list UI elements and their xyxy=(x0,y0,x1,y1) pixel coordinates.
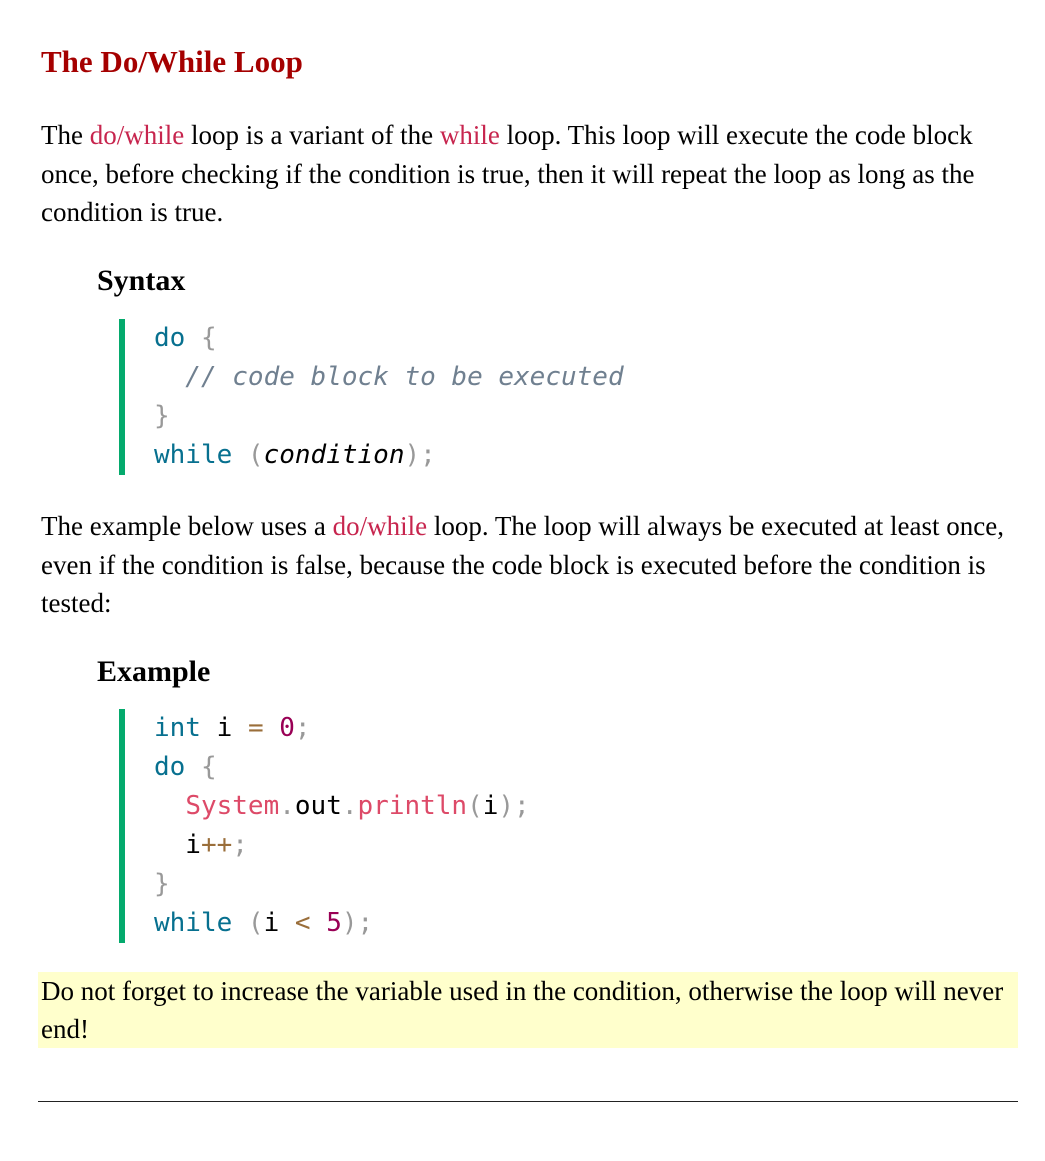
code-token: while xyxy=(154,440,233,470)
code-token: do xyxy=(154,323,186,353)
code-token: do xyxy=(154,752,186,782)
example-code-block: int i = 0; do { System.out.println(i); i… xyxy=(119,709,530,943)
code-token: ); xyxy=(404,440,436,470)
code-token: out xyxy=(294,791,342,821)
code-token: . xyxy=(279,791,295,821)
code-token: ); xyxy=(498,791,530,821)
code-token: i xyxy=(200,713,248,743)
code-token: ; xyxy=(294,713,311,743)
code-token: ++ xyxy=(200,830,233,860)
code-token: = xyxy=(247,713,264,743)
example-intro-paragraph: The example below uses a do/while loop. … xyxy=(41,507,1026,623)
code-token: } xyxy=(154,869,170,899)
code-token: println xyxy=(357,791,468,821)
code-token: 0 xyxy=(279,713,295,743)
text: loop is a variant of the xyxy=(184,120,440,150)
note-text: Do not forget to increase the variable u… xyxy=(41,976,1004,1044)
code-token: System xyxy=(185,791,280,821)
code-token: i xyxy=(263,908,295,938)
text: The example below uses a xyxy=(41,511,333,541)
inline-keyword: while xyxy=(439,120,500,150)
syntax-heading: Syntax xyxy=(97,264,186,297)
code-token: condition xyxy=(263,440,405,470)
code-token: ; xyxy=(232,830,248,860)
code-token: } xyxy=(154,401,170,431)
code-token: while xyxy=(154,908,233,938)
code-token: . xyxy=(341,791,358,821)
code-token: int xyxy=(154,713,201,743)
note-box: Do not forget to increase the variable u… xyxy=(38,972,1018,1048)
text: The xyxy=(41,120,90,150)
code-token: ( xyxy=(232,908,264,938)
syntax-code-block: do { // code block to be executed } whil… xyxy=(119,319,624,475)
code-token: ( xyxy=(467,791,483,821)
inline-keyword: do/while xyxy=(89,120,185,150)
code-token: i xyxy=(482,791,499,821)
code-token: ); xyxy=(341,908,374,938)
code-token: i xyxy=(154,830,201,860)
code-token: 5 xyxy=(326,908,342,938)
code-token: ( xyxy=(232,440,264,470)
code-token: < xyxy=(294,908,311,938)
code-token: { xyxy=(185,752,217,782)
page-title: The Do/While Loop xyxy=(41,44,303,79)
divider xyxy=(38,1101,1018,1102)
intro-paragraph: The do/while loop is a variant of the wh… xyxy=(41,116,1026,232)
code-comment: // code block to be executed xyxy=(154,362,624,392)
code-token: { xyxy=(185,323,217,353)
example-heading: Example xyxy=(97,655,211,688)
inline-keyword: do/while xyxy=(332,511,428,541)
